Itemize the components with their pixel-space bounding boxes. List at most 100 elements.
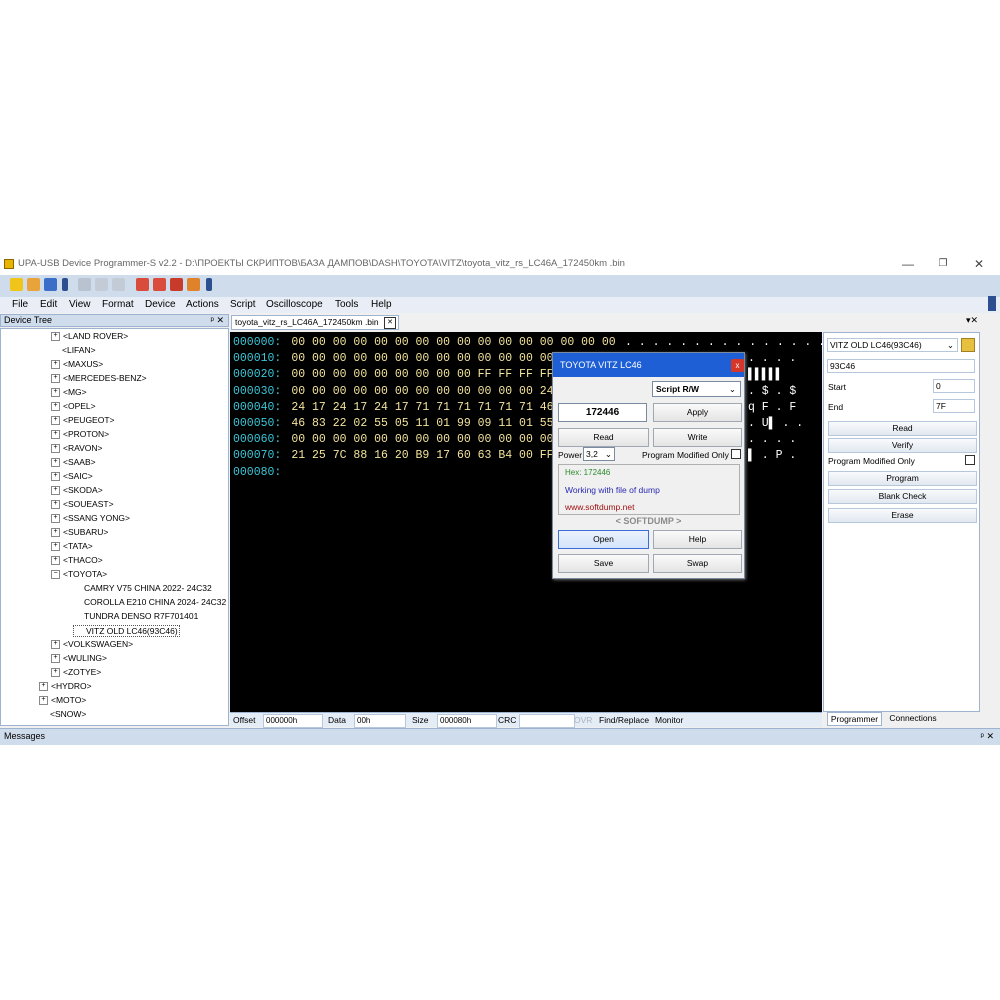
hex-bytes[interactable]: 46 83 22 02 55 05 11 01 99 09 11 01 55: [291, 417, 553, 430]
menu-device[interactable]: Device: [145, 299, 176, 310]
hex-ascii[interactable]: . U▌ . .: [748, 417, 803, 430]
dock-toggle-icon[interactable]: [988, 296, 996, 311]
program-button[interactable]: Program: [828, 471, 977, 486]
restore-button[interactable]: ❐: [928, 255, 958, 273]
expand-icon[interactable]: +: [51, 458, 60, 468]
tree-item[interactable]: + <LAND ROVER>: [51, 331, 128, 342]
expand-icon[interactable]: +: [51, 556, 60, 566]
hex-bytes[interactable]: 24 17 24 17 24 17 71 71 71 71 71 71 46: [291, 401, 553, 414]
tree-item[interactable]: <SNOW>: [39, 709, 86, 719]
settings-icon[interactable]: [170, 278, 183, 291]
expand-icon[interactable]: +: [51, 360, 60, 370]
sum-icon[interactable]: [187, 278, 200, 291]
tree-item[interactable]: + <ZOTYE>: [51, 667, 101, 678]
monitor-button[interactable]: Monitor: [655, 715, 683, 725]
power-select[interactable]: 3,2 ⌄: [583, 447, 615, 461]
tree-item[interactable]: COROLLA E210 CHINA 2024- 24C32: [73, 597, 226, 607]
tree-item[interactable]: + <HYDRO>: [39, 681, 92, 692]
save-disk-icon[interactable]: [44, 278, 57, 291]
hex-bytes[interactable]: 00 00 00 00 00 00 00 00 00 00 00 00 00: [291, 352, 553, 365]
tree-item[interactable]: CAMRY V75 CHINA 2022- 24C32: [73, 583, 212, 593]
verify-button[interactable]: Verify: [828, 438, 977, 453]
expand-icon[interactable]: +: [51, 416, 60, 426]
dialog-read-button[interactable]: Read: [558, 428, 649, 447]
tree-item[interactable]: + <RAVON>: [51, 443, 103, 454]
open-folder-icon[interactable]: [27, 278, 40, 291]
expand-icon[interactable]: +: [51, 654, 60, 664]
tree-item[interactable]: <LIFAN>: [51, 345, 96, 355]
menu-format[interactable]: Format: [102, 299, 134, 310]
swap-button[interactable]: Swap: [653, 554, 742, 573]
erase-button[interactable]: Erase: [828, 508, 977, 523]
tree-item[interactable]: − <TOYOTA>: [51, 569, 107, 580]
menu-help[interactable]: Help: [371, 299, 392, 310]
tree-item[interactable]: + <MERCEDES-BENZ>: [51, 373, 147, 384]
tree-item[interactable]: + <OPEL>: [51, 401, 96, 412]
offset-field[interactable]: 000000h: [263, 714, 323, 728]
panel-pin-close-icon[interactable]: ᵖ ✕: [211, 315, 224, 326]
tree-item[interactable]: + <MAXUS>: [51, 359, 103, 370]
hex-ascii[interactable]: ▌▌▌▌▌: [748, 368, 783, 381]
find-replace-button[interactable]: Find/Replace: [599, 715, 649, 725]
hex-ascii[interactable]: q F . F: [748, 401, 796, 414]
expand-icon[interactable]: +: [51, 542, 60, 552]
hex-ascii[interactable]: . $ . $: [748, 385, 796, 398]
expand-icon[interactable]: +: [51, 514, 60, 524]
tree-item[interactable]: + <MG>: [51, 387, 87, 398]
hex-line[interactable]: 000070: 21 25 7C 88 16 20 B9 17 60 63 B4 …: [233, 449, 554, 462]
expand-icon[interactable]: +: [51, 402, 60, 412]
expand-icon[interactable]: +: [51, 472, 60, 482]
menu-tools[interactable]: Tools: [335, 299, 358, 310]
right-panel-controls[interactable]: ▾✕: [956, 315, 978, 328]
start-input[interactable]: 0: [933, 379, 975, 393]
hex-line[interactable]: 000060: 00 00 00 00 00 00 00 00 00 00 00 …: [233, 433, 554, 446]
new-file-icon[interactable]: [10, 278, 23, 291]
tree-item[interactable]: VITZ OLD LC46(93C46): [73, 625, 180, 637]
blank-check-button[interactable]: Blank Check: [828, 489, 977, 504]
menu-oscilloscope[interactable]: Oscilloscope: [266, 299, 323, 310]
dialog-write-button[interactable]: Write: [653, 428, 742, 447]
crc-field[interactable]: [519, 714, 575, 728]
menu-script[interactable]: Script: [230, 299, 256, 310]
tree-item[interactable]: + <THACO>: [51, 555, 103, 566]
tree-item[interactable]: TUNDRA DENSO R7F701401: [73, 611, 198, 621]
tree-item[interactable]: + <SAIC>: [51, 471, 93, 482]
expand-icon[interactable]: +: [51, 668, 60, 678]
hex-line[interactable]: 000080:: [233, 466, 291, 479]
save-button[interactable]: Save: [558, 554, 649, 573]
toolbar-overflow-icon-2[interactable]: [206, 278, 212, 291]
hex-bytes[interactable]: 21 25 7C 88 16 20 B9 17 60 63 B4 00 FF: [291, 449, 553, 462]
hex-line[interactable]: 000030: 00 00 00 00 00 00 00 00 00 00 00 …: [233, 385, 554, 398]
tree-item[interactable]: + <SKODA>: [51, 485, 103, 496]
copy-icon[interactable]: [95, 278, 108, 291]
hex-ascii[interactable]: ▌ . P .: [748, 449, 796, 462]
tree-item[interactable]: + <PEUGEOT>: [51, 415, 115, 426]
hex-line[interactable]: 000020: 00 00 00 00 00 00 00 00 00 FF FF …: [233, 368, 554, 381]
tree-item[interactable]: + <SAAB>: [51, 457, 96, 468]
hex-line[interactable]: 000010: 00 00 00 00 00 00 00 00 00 00 00 …: [233, 352, 554, 365]
hex-ascii[interactable]: . . . .: [748, 433, 796, 446]
menu-actions[interactable]: Actions: [186, 299, 219, 310]
tree-item[interactable]: + <SOUEAST>: [51, 499, 114, 510]
menu-file[interactable]: File: [12, 299, 28, 310]
tree-item[interactable]: + <MOTO>: [39, 695, 86, 706]
tab-close-icon[interactable]: ✕: [384, 317, 396, 329]
expand-icon[interactable]: +: [51, 528, 60, 538]
cut-icon[interactable]: [78, 278, 91, 291]
hex-bytes[interactable]: 00 00 00 00 00 00 00 00 00 00 00 00 24: [291, 385, 553, 398]
hex-bytes[interactable]: 00 00 00 00 00 00 00 00 00 00 00 00 00: [291, 433, 553, 446]
dialog-close-button[interactable]: x: [731, 359, 744, 372]
value-input[interactable]: 172446: [558, 403, 647, 422]
help-button[interactable]: Help: [653, 530, 742, 549]
size-field[interactable]: 000080h: [437, 714, 497, 728]
expand-icon[interactable]: +: [51, 388, 60, 398]
hex-bytes[interactable]: 00 00 00 00 00 00 00 00 00 00 00 00 00 0…: [291, 336, 615, 349]
close-button[interactable]: ✕: [964, 255, 994, 273]
expand-icon[interactable]: +: [51, 332, 60, 342]
script-icon[interactable]: [153, 278, 166, 291]
tab-connections[interactable]: Connections: [883, 712, 943, 726]
tree-item[interactable]: + <PROTON>: [51, 429, 109, 440]
load-device-icon[interactable]: [961, 338, 975, 352]
menu-view[interactable]: View: [69, 299, 91, 310]
device-select[interactable]: VITZ OLD LC46(93C46) ⌄: [827, 338, 958, 352]
